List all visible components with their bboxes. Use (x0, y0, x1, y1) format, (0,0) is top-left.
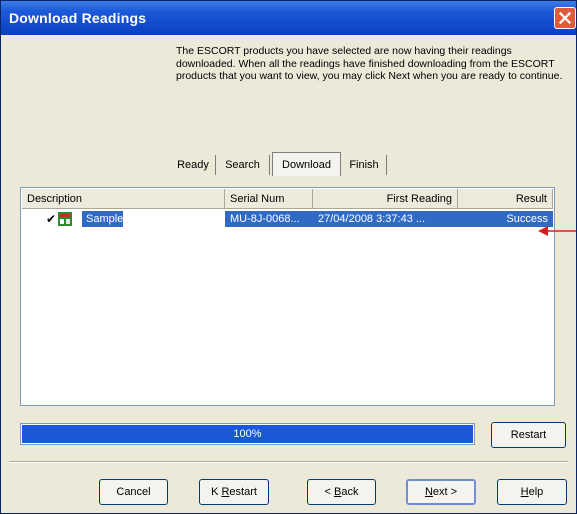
first-reading-cell: 27/04/2008 3:37:43 ... (313, 211, 458, 227)
help-button[interactable]: Help (497, 479, 567, 505)
help-hotkey: H (520, 486, 529, 498)
list-header: Description Serial Num First Reading Res… (22, 189, 553, 209)
description-cell: ✔ Sample (22, 211, 225, 227)
back-rest: ack (341, 486, 359, 498)
checkmark-icon[interactable]: ✔ (46, 211, 56, 227)
help-rest: elp (528, 486, 544, 498)
window-title: Download Readings (9, 10, 147, 26)
row-icons: ✔ (22, 211, 82, 227)
readings-list[interactable]: Description Serial Num First Reading Res… (20, 187, 555, 406)
back-prefix: < (324, 486, 334, 498)
download-readings-dialog: Download Readings The ESCORT products yo… (0, 0, 577, 514)
serial-cell: MU-8J-0068... (225, 211, 313, 227)
download-progress-bar: 100% (20, 423, 475, 445)
k-restart-rest: estart (229, 486, 257, 498)
k-restart-button[interactable]: K Restart (199, 479, 269, 505)
annotation-arrow-icon (538, 226, 576, 236)
k-restart-prefix: K (211, 486, 222, 498)
tab-download[interactable]: Download (272, 152, 341, 176)
progress-label: 100% (233, 428, 262, 440)
restart-button[interactable]: Restart (491, 422, 566, 448)
next-button[interactable]: Next > (406, 479, 476, 505)
intro-text: The ESCORT products you have selected ar… (176, 45, 563, 83)
next-rest: ext > (432, 486, 458, 498)
column-first-reading[interactable]: First Reading (313, 189, 458, 209)
column-result[interactable]: Result (458, 189, 553, 209)
next-hotkey: N (424, 486, 433, 498)
tab-search[interactable]: Search (216, 155, 270, 175)
column-serial-num[interactable]: Serial Num (225, 189, 313, 209)
escort-logger-icon (58, 212, 72, 226)
cancel-button[interactable]: Cancel (99, 479, 168, 505)
title-bar[interactable]: Download Readings (1, 1, 576, 35)
table-row[interactable]: ✔ Sample MU-8J-0068... 27/04/2008 3:37:4… (22, 211, 553, 227)
back-button[interactable]: < Back (307, 479, 376, 505)
divider (9, 461, 568, 463)
row-name: Sample (82, 211, 124, 227)
close-button[interactable] (554, 7, 576, 29)
close-icon (558, 11, 572, 25)
tab-ready[interactable]: Ready (171, 155, 216, 175)
column-description[interactable]: Description (22, 189, 225, 209)
tab-finish[interactable]: Finish (342, 155, 387, 175)
